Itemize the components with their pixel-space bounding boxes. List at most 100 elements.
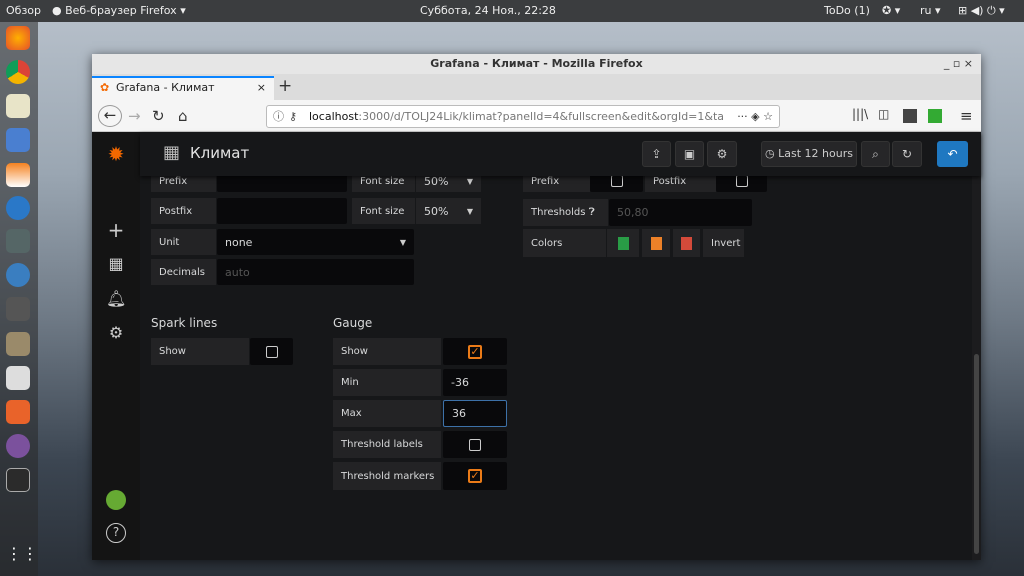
threshold-markers-label: Threshold markers: [333, 462, 441, 490]
navigation-bar: ← → ↻ ⌂ ⓘ ⚷ localhost:3000/d/TOLJ24Lik/k…: [92, 100, 981, 132]
library-icon[interactable]: |||\: [852, 107, 868, 121]
files-icon[interactable]: [6, 128, 30, 152]
clock[interactable]: Суббота, 24 Ноя., 22:28: [420, 4, 556, 17]
configuration-gear-icon[interactable]: ⚙: [106, 323, 126, 342]
prefix-input[interactable]: [217, 176, 347, 192]
info-icon[interactable]: ⓘ: [273, 106, 284, 127]
key-icon: ⚷: [289, 110, 298, 123]
home-button[interactable]: ⌂: [178, 107, 188, 125]
threshold-markers-checkbox[interactable]: ✓: [443, 462, 507, 490]
system-top-bar: Обзор ● Веб-браузер Firefox ▾ Суббота, 2…: [0, 0, 1024, 22]
threshold-labels-checkbox[interactable]: [443, 431, 507, 458]
close-tab-icon[interactable]: ×: [257, 78, 266, 98]
calculator-icon[interactable]: [6, 297, 30, 321]
sidebar-icon[interactable]: ◫: [878, 107, 889, 121]
color-prefix-checkbox[interactable]: [590, 176, 643, 192]
spark-lines-heading: Spark lines: [151, 316, 218, 330]
firefox-icon[interactable]: [6, 26, 30, 50]
scrollbar-thumb[interactable]: [974, 354, 979, 554]
gauge-min-input[interactable]: -36: [443, 369, 507, 396]
browser-tab[interactable]: ✿ Grafana - Климат ×: [92, 76, 274, 100]
accessibility-icon[interactable]: ✪ ▾: [882, 4, 900, 17]
panel-editor-options: Prefix Font size 50% ▼ Postfix Font size …: [140, 176, 972, 560]
rhythmbox-icon[interactable]: [6, 94, 30, 118]
tab-bar: ✿ Grafana - Климат × +: [92, 74, 981, 100]
back-button[interactable]: ←: [98, 105, 122, 127]
gauge-show-label: Show: [333, 338, 441, 365]
installer-icon[interactable]: [6, 366, 30, 390]
app-menu[interactable]: ● Веб-браузер Firefox ▾: [52, 4, 186, 17]
refresh-button[interactable]: ↻: [892, 141, 922, 167]
postfix-input[interactable]: [217, 198, 347, 224]
dashboard-title[interactable]: Климат: [190, 144, 249, 162]
share-dashboard-button[interactable]: ⇪: [642, 141, 671, 167]
back-to-dashboard-button[interactable]: ↶: [937, 141, 968, 167]
color-postfix-label: Postfix: [645, 176, 716, 192]
time-picker-button[interactable]: ◷ Last 12 hours: [761, 141, 857, 167]
software-center-icon[interactable]: [6, 400, 30, 424]
help-icon[interactable]: ?: [106, 523, 126, 543]
grafana-logo-icon[interactable]: ✹: [106, 142, 126, 166]
forward-button[interactable]: →: [128, 107, 141, 125]
dashboard-grid-icon: ▦: [163, 142, 181, 163]
firefox-window: Grafana - Климат - Mozilla Firefox _ ▫ ×…: [92, 54, 981, 560]
decimals-label: Decimals: [151, 259, 216, 285]
url-bar[interactable]: ⓘ ⚷ localhost:3000/d/TOLJ24Lik/klimat?pa…: [266, 105, 780, 128]
page-actions[interactable]: ··· ◈ ☆: [731, 106, 773, 127]
extension-icon[interactable]: [928, 109, 942, 123]
color-swatch-ok[interactable]: [607, 229, 639, 257]
terminal-icon[interactable]: [6, 468, 30, 492]
selenium-extension-icon[interactable]: [903, 109, 917, 123]
simplenote-icon[interactable]: [6, 196, 30, 220]
create-icon[interactable]: +: [106, 218, 126, 242]
prefix-font-size-select[interactable]: 50% ▼: [416, 176, 481, 192]
color-swatch-critical[interactable]: [673, 229, 700, 257]
decimals-input[interactable]: auto: [217, 259, 414, 285]
colors-label: Colors: [523, 229, 606, 257]
zoom-out-button[interactable]: ⌕: [861, 141, 890, 167]
color-swatch-warn[interactable]: [642, 229, 670, 257]
chrome-icon[interactable]: [6, 60, 30, 84]
todo-indicator[interactable]: ToDo (1): [824, 4, 870, 17]
tools-icon[interactable]: [6, 229, 30, 253]
window-controls[interactable]: _ ▫ ×: [944, 54, 973, 74]
color-postfix-checkbox[interactable]: [716, 176, 767, 192]
postfix-font-size-select[interactable]: 50% ▼: [416, 198, 481, 224]
viber-icon[interactable]: [6, 434, 30, 458]
image-viewer-icon[interactable]: [6, 332, 30, 356]
reload-button[interactable]: ↻: [152, 107, 165, 125]
language-indicator[interactable]: ru ▾: [920, 4, 941, 17]
thresholds-label: Thresholds ❓︎: [523, 199, 608, 226]
postfix-font-size-label: Font size: [352, 198, 415, 224]
help-icon[interactable]: ❓︎: [589, 207, 595, 218]
dashboards-icon[interactable]: ▦: [106, 254, 126, 273]
grafana-sidebar: ✹ + ▦ 🔔︎ ⚙ ?: [92, 132, 140, 560]
gauge-heading: Gauge: [333, 316, 373, 330]
unit-select[interactable]: none ▼: [217, 229, 414, 255]
thresholds-input[interactable]: 50,80: [609, 199, 752, 226]
prefix-font-size-label: Font size: [352, 176, 415, 192]
prefix-label: Prefix: [151, 176, 216, 192]
save-dashboard-button[interactable]: ▣: [675, 141, 704, 167]
spark-show-checkbox[interactable]: [250, 338, 293, 365]
window-title: Grafana - Климат - Mozilla Firefox _ ▫ ×: [92, 54, 981, 74]
spark-show-label: Show: [151, 338, 249, 365]
threshold-labels-label: Threshold labels: [333, 431, 441, 458]
thunderbird-icon[interactable]: [6, 263, 30, 287]
gauge-min-label: Min: [333, 369, 441, 396]
menu-icon[interactable]: ≡: [960, 107, 973, 125]
activities-button[interactable]: Обзор: [6, 4, 41, 17]
dashboard-settings-button[interactable]: ⚙: [707, 141, 737, 167]
gauge-show-checkbox[interactable]: ✓: [443, 338, 507, 365]
unit-label: Unit: [151, 229, 216, 255]
system-menu-icons[interactable]: ⊞ ◀) ⏻ ▾: [958, 4, 1005, 18]
postfix-label: Postfix: [151, 198, 216, 224]
user-avatar[interactable]: [106, 490, 126, 510]
alerting-bell-icon[interactable]: 🔔︎: [106, 289, 126, 308]
show-apps-icon[interactable]: ⋮⋮: [6, 544, 38, 568]
gauge-max-input[interactable]: 36: [443, 400, 507, 427]
invert-colors-button[interactable]: Invert: [703, 229, 744, 257]
new-tab-button[interactable]: +: [278, 76, 292, 96]
grafana-favicon: ✿: [100, 81, 110, 94]
vlc-icon[interactable]: [6, 163, 30, 187]
